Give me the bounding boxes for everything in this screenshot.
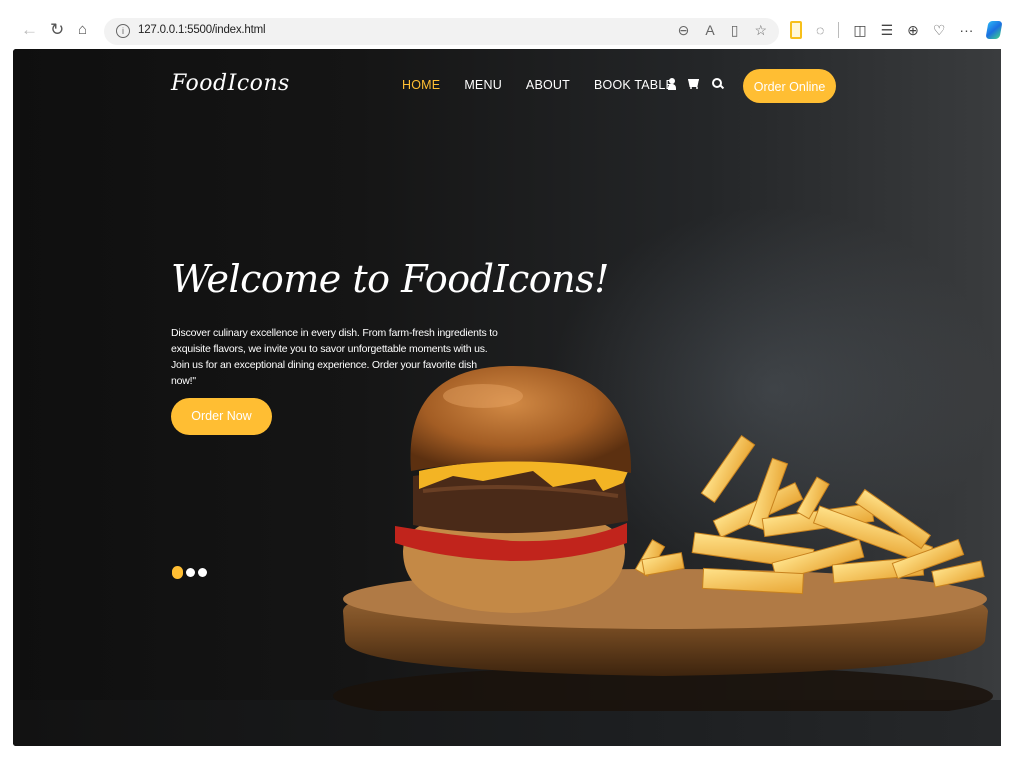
hero-description: Discover culinary excellence in every di… — [171, 327, 498, 387]
favorite-star-icon[interactable]: ☆ — [754, 22, 767, 39]
nav-book-table[interactable]: BOOK TABLE — [594, 78, 674, 92]
more-options-icon[interactable]: ··· — [959, 22, 973, 38]
site-logo[interactable]: FoodIcons — [171, 71, 290, 96]
carousel-indicators — [172, 566, 207, 579]
nav-menu[interactable]: MENU — [464, 78, 502, 92]
browser-extensions: ◌ ◫ ☰ ⊕ ♡ ··· — [790, 21, 1004, 39]
favorites-list-icon[interactable]: ☰ — [881, 22, 894, 39]
address-bar[interactable]: i 127.0.0.1:5500/index.html ⊖ A ▯ ☆ — [104, 18, 779, 45]
order-online-button[interactable]: Order Online — [743, 69, 836, 103]
toolbar-divider — [838, 22, 840, 38]
immersive-reader-icon[interactable]: ▯ — [731, 22, 739, 39]
carousel-dot-2[interactable] — [186, 568, 195, 577]
user-icon[interactable] — [668, 78, 676, 90]
extension-icon[interactable] — [790, 21, 802, 39]
back-arrow-icon[interactable]: ← — [21, 20, 38, 40]
read-aloud-icon[interactable]: A — [705, 22, 714, 39]
home-icon[interactable]: ⌂ — [78, 20, 87, 40]
browser-toolbar: ← ↻ ⌂ i 127.0.0.1:5500/index.html ⊖ A ▯ … — [0, 0, 1019, 46]
browser-essentials-icon[interactable]: ♡ — [933, 22, 946, 39]
extensions-puzzle-icon[interactable]: ◌ — [816, 22, 824, 38]
page-viewport: FoodIcons HOME MENU ABOUT BOOK TABLE Ord… — [13, 49, 1001, 746]
address-bar-tools: ⊖ A ▯ ☆ — [678, 22, 767, 39]
carousel-dot-3[interactable] — [198, 568, 207, 577]
order-now-button[interactable]: Order Now — [171, 398, 272, 435]
collections-icon[interactable]: ⊕ — [907, 22, 919, 39]
copilot-icon[interactable] — [985, 21, 1004, 39]
zoom-icon[interactable]: ⊖ — [678, 22, 690, 39]
refresh-icon[interactable]: ↻ — [50, 20, 64, 40]
nav-about[interactable]: ABOUT — [526, 78, 570, 92]
cart-icon[interactable] — [688, 78, 700, 90]
search-icon[interactable] — [712, 78, 724, 90]
info-icon[interactable]: i — [116, 24, 130, 38]
header-icons — [668, 78, 724, 90]
carousel-dot-1[interactable] — [172, 566, 183, 579]
nav-home[interactable]: HOME — [402, 78, 440, 92]
hero-title: Welcome to FoodIcons! — [171, 257, 609, 301]
split-screen-icon[interactable]: ◫ — [853, 22, 866, 39]
url-text[interactable]: 127.0.0.1:5500/index.html — [138, 24, 266, 36]
main-nav: HOME MENU ABOUT BOOK TABLE — [402, 78, 698, 92]
